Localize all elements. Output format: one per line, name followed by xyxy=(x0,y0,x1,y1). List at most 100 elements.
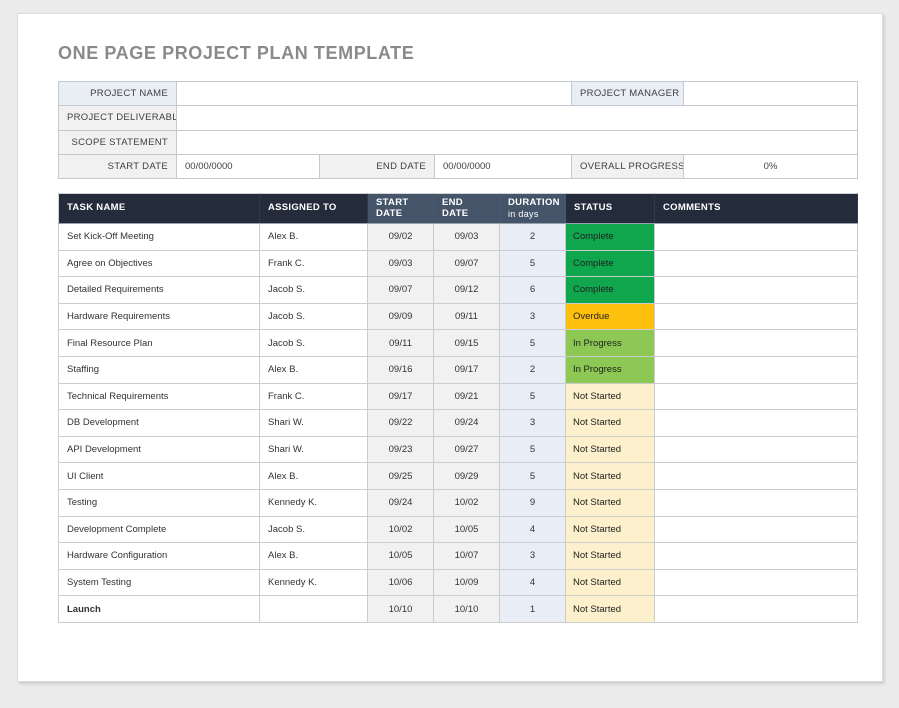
task-name-cell[interactable]: Technical Requirements xyxy=(59,383,260,410)
duration-cell[interactable]: 5 xyxy=(500,250,566,277)
start-date-cell[interactable]: 09/03 xyxy=(368,250,434,277)
end-date-field[interactable]: 00/00/0000 xyxy=(435,154,572,178)
task-name-cell[interactable]: Detailed Requirements xyxy=(59,277,260,304)
comments-cell[interactable] xyxy=(655,463,858,490)
end-date-cell[interactable]: 10/05 xyxy=(434,516,500,543)
overall-progress-field[interactable]: 0% xyxy=(684,154,858,178)
duration-cell[interactable]: 4 xyxy=(500,569,566,596)
comments-cell[interactable] xyxy=(655,383,858,410)
assigned-to-cell[interactable]: Shari W. xyxy=(260,410,368,437)
assigned-to-cell[interactable]: Jacob S. xyxy=(260,277,368,304)
duration-cell[interactable]: 1 xyxy=(500,596,566,623)
status-cell[interactable]: Not Started xyxy=(566,383,655,410)
status-cell[interactable]: Not Started xyxy=(566,463,655,490)
comments-cell[interactable] xyxy=(655,224,858,251)
end-date-cell[interactable]: 10/09 xyxy=(434,569,500,596)
end-date-cell[interactable]: 10/02 xyxy=(434,489,500,516)
assigned-to-cell[interactable]: Frank C. xyxy=(260,383,368,410)
start-date-cell[interactable]: 09/22 xyxy=(368,410,434,437)
task-name-cell[interactable]: Hardware Configuration xyxy=(59,543,260,570)
comments-cell[interactable] xyxy=(655,303,858,330)
duration-cell[interactable]: 9 xyxy=(500,489,566,516)
status-cell[interactable]: Not Started xyxy=(566,489,655,516)
assigned-to-cell[interactable]: Alex B. xyxy=(260,463,368,490)
task-name-cell[interactable]: Testing xyxy=(59,489,260,516)
task-name-cell[interactable]: System Testing xyxy=(59,569,260,596)
start-date-cell[interactable]: 09/07 xyxy=(368,277,434,304)
comments-cell[interactable] xyxy=(655,250,858,277)
status-cell[interactable]: Not Started xyxy=(566,436,655,463)
comments-cell[interactable] xyxy=(655,516,858,543)
task-name-cell[interactable]: Agree on Objectives xyxy=(59,250,260,277)
assigned-to-cell[interactable]: Alex B. xyxy=(260,224,368,251)
assigned-to-cell[interactable]: Shari W. xyxy=(260,436,368,463)
status-cell[interactable]: Complete xyxy=(566,277,655,304)
assigned-to-cell[interactable]: Kennedy K. xyxy=(260,569,368,596)
comments-cell[interactable] xyxy=(655,410,858,437)
end-date-cell[interactable]: 09/29 xyxy=(434,463,500,490)
comments-cell[interactable] xyxy=(655,356,858,383)
assigned-to-cell[interactable]: Jacob S. xyxy=(260,330,368,357)
end-date-cell[interactable]: 09/27 xyxy=(434,436,500,463)
start-date-cell[interactable]: 09/09 xyxy=(368,303,434,330)
status-cell[interactable]: Complete xyxy=(566,250,655,277)
end-date-cell[interactable]: 10/10 xyxy=(434,596,500,623)
start-date-cell[interactable]: 09/24 xyxy=(368,489,434,516)
start-date-cell[interactable]: 09/16 xyxy=(368,356,434,383)
task-name-cell[interactable]: Hardware Requirements xyxy=(59,303,260,330)
status-cell[interactable]: Not Started xyxy=(566,410,655,437)
task-name-cell[interactable]: API Development xyxy=(59,436,260,463)
status-cell[interactable]: Overdue xyxy=(566,303,655,330)
assigned-to-cell[interactable]: Alex B. xyxy=(260,356,368,383)
status-cell[interactable]: Not Started xyxy=(566,569,655,596)
project-deliverable-field[interactable] xyxy=(177,106,858,130)
assigned-to-cell[interactable] xyxy=(260,596,368,623)
duration-cell[interactable]: 5 xyxy=(500,330,566,357)
scope-statement-field[interactable] xyxy=(177,130,858,154)
comments-cell[interactable] xyxy=(655,277,858,304)
end-date-cell[interactable]: 10/07 xyxy=(434,543,500,570)
assigned-to-cell[interactable]: Jacob S. xyxy=(260,303,368,330)
project-name-field[interactable] xyxy=(177,82,572,106)
comments-cell[interactable] xyxy=(655,569,858,596)
duration-cell[interactable]: 4 xyxy=(500,516,566,543)
status-cell[interactable]: Not Started xyxy=(566,516,655,543)
task-name-cell[interactable]: Staffing xyxy=(59,356,260,383)
comments-cell[interactable] xyxy=(655,543,858,570)
assigned-to-cell[interactable]: Alex B. xyxy=(260,543,368,570)
task-name-cell[interactable]: Development Complete xyxy=(59,516,260,543)
comments-cell[interactable] xyxy=(655,436,858,463)
end-date-cell[interactable]: 09/21 xyxy=(434,383,500,410)
status-cell[interactable]: In Progress xyxy=(566,356,655,383)
end-date-cell[interactable]: 09/11 xyxy=(434,303,500,330)
status-cell[interactable]: Not Started xyxy=(566,596,655,623)
task-name-cell[interactable]: Set Kick-Off Meeting xyxy=(59,224,260,251)
start-date-cell[interactable]: 09/23 xyxy=(368,436,434,463)
duration-cell[interactable]: 3 xyxy=(500,410,566,437)
task-name-cell[interactable]: Final Resource Plan xyxy=(59,330,260,357)
start-date-cell[interactable]: 09/17 xyxy=(368,383,434,410)
project-manager-field[interactable] xyxy=(684,82,858,106)
start-date-cell[interactable]: 09/11 xyxy=(368,330,434,357)
start-date-cell[interactable]: 09/25 xyxy=(368,463,434,490)
duration-cell[interactable]: 3 xyxy=(500,543,566,570)
end-date-cell[interactable]: 09/07 xyxy=(434,250,500,277)
end-date-cell[interactable]: 09/03 xyxy=(434,224,500,251)
start-date-cell[interactable]: 10/10 xyxy=(368,596,434,623)
start-date-field[interactable]: 00/00/0000 xyxy=(177,154,320,178)
comments-cell[interactable] xyxy=(655,596,858,623)
duration-cell[interactable]: 3 xyxy=(500,303,566,330)
duration-cell[interactable]: 2 xyxy=(500,224,566,251)
end-date-cell[interactable]: 09/15 xyxy=(434,330,500,357)
start-date-cell[interactable]: 10/05 xyxy=(368,543,434,570)
assigned-to-cell[interactable]: Frank C. xyxy=(260,250,368,277)
task-name-cell[interactable]: UI Client xyxy=(59,463,260,490)
comments-cell[interactable] xyxy=(655,330,858,357)
duration-cell[interactable]: 5 xyxy=(500,383,566,410)
duration-cell[interactable]: 5 xyxy=(500,463,566,490)
assigned-to-cell[interactable]: Kennedy K. xyxy=(260,489,368,516)
status-cell[interactable]: Not Started xyxy=(566,543,655,570)
end-date-cell[interactable]: 09/12 xyxy=(434,277,500,304)
comments-cell[interactable] xyxy=(655,489,858,516)
assigned-to-cell[interactable]: Jacob S. xyxy=(260,516,368,543)
